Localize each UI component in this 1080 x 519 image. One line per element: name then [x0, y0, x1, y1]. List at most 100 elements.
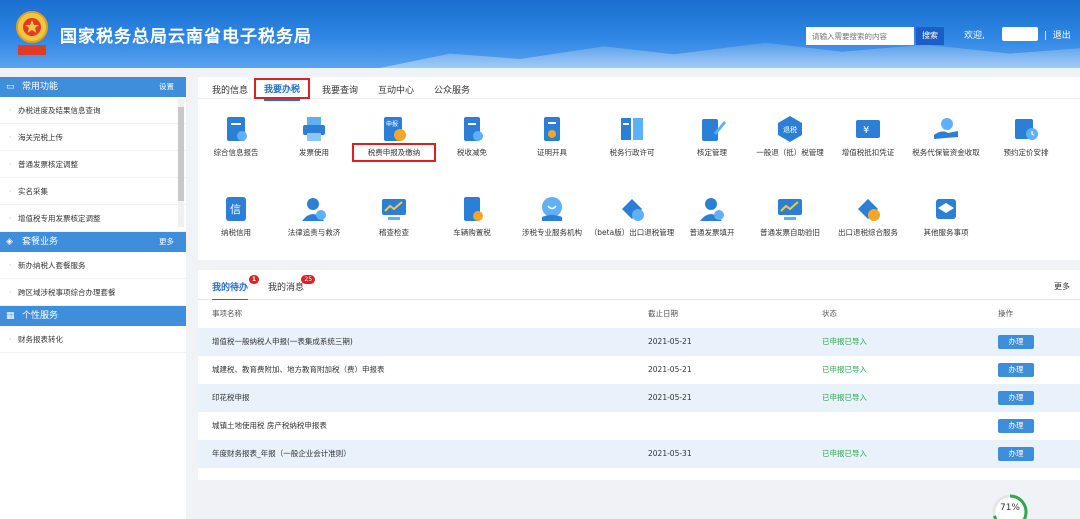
- sidebar-item[interactable]: 普通发票核定调整: [0, 151, 186, 178]
- username-redacted: [1002, 27, 1038, 41]
- service-calendar-clock[interactable]: 预约定价安排: [982, 115, 1070, 158]
- sidebar-common-list: 办税进度及结果信息查询 海关完税上传 普通发票核定调整 实名采集 增值税专用发票…: [0, 97, 186, 232]
- services-panel: 我的信息 我要办税 我要查询 互动中心 公众服务 综合信息报告 发票使用 申报 …: [198, 77, 1080, 260]
- service-info-report[interactable]: 综合信息报告: [192, 115, 280, 158]
- welcome-text: 欢迎,: [964, 31, 985, 41]
- logout-link[interactable]: | 退出: [1044, 28, 1071, 41]
- service-inspection[interactable]: 稽查检查: [350, 195, 438, 238]
- service-other[interactable]: 其他服务事项: [902, 195, 990, 238]
- service-certificate[interactable]: 证明开具: [508, 115, 596, 158]
- todo-tabs: 我的待办 1 我的消息 25 更多: [198, 270, 1080, 301]
- tab-my-todo[interactable]: 我的待办 1: [212, 275, 260, 301]
- sidebar-packages-header: ◈ 套餐业务 更多: [0, 232, 186, 252]
- edit-doc-icon: [702, 119, 726, 141]
- svg-text:申报: 申报: [386, 120, 398, 128]
- invoice-issue-icon: [700, 198, 724, 221]
- export-service-icon: [858, 199, 880, 221]
- declare-pay-icon: 申报: [384, 117, 406, 141]
- scrollbar-thumb[interactable]: [178, 107, 184, 201]
- table-row: 印花税申报 2021-05-21 已申报已导入 办理: [198, 384, 1080, 412]
- tab-my-messages[interactable]: 我的消息 25: [268, 275, 316, 293]
- service-admin-permit[interactable]: 税务行政许可: [588, 115, 676, 158]
- search-input[interactable]: [806, 27, 914, 45]
- svg-text:信: 信: [230, 203, 241, 216]
- service-vat-voucher[interactable]: ¥ 增值税抵扣凭证: [824, 115, 912, 158]
- service-invoice-verify[interactable]: 普通发票自助验旧: [746, 195, 834, 238]
- handle-button[interactable]: 办理: [998, 419, 1034, 433]
- service-hand-money[interactable]: 税务代保管资金收取: [902, 115, 990, 158]
- tab-interaction[interactable]: 互动中心: [378, 83, 414, 96]
- other-service-icon: [936, 199, 956, 219]
- svg-text:退税: 退税: [783, 125, 797, 134]
- printer-icon: [303, 117, 325, 141]
- handle-button[interactable]: 办理: [998, 391, 1034, 405]
- calendar-clock-icon: [1015, 119, 1038, 140]
- sidebar-item[interactable]: 海关完税上传: [0, 124, 186, 151]
- tax-refund-icon: 退税: [778, 116, 802, 142]
- handle-button[interactable]: 办理: [998, 447, 1034, 461]
- service-vehicle-tax[interactable]: 车辆购置税: [428, 195, 516, 238]
- more-link[interactable]: 更多: [1054, 281, 1070, 292]
- main-tabs: 我的信息 我要办税 我要查询 互动中心 公众服务: [198, 77, 1080, 101]
- grid-icon: ▦: [6, 311, 15, 321]
- site-header: 国家税务总局云南省电子税务局 搜索 欢迎, | 退出: [0, 0, 1080, 68]
- certificate-icon: [544, 117, 560, 141]
- service-invoice-use[interactable]: 发票使用: [270, 115, 358, 158]
- service-tax-relief[interactable]: 税收减免: [428, 115, 516, 158]
- table-body: 增值税一般纳税人申报(一表集成系统三期) 2021-05-21 已申报已导入 办理 …: [198, 328, 1080, 468]
- service-credit[interactable]: 信 纳税信用: [192, 195, 280, 238]
- todo-badge: 1: [248, 275, 260, 284]
- progress-value: 71%: [999, 503, 1020, 513]
- admin-permit-icon: [621, 118, 643, 140]
- service-export-comprehensive[interactable]: 出口退税综合服务: [824, 195, 912, 238]
- tab-public-service[interactable]: 公众服务: [434, 83, 470, 96]
- invoice-verify-icon: [778, 199, 802, 220]
- layers-icon: ◈: [6, 237, 13, 247]
- search-button[interactable]: 搜索: [916, 27, 944, 45]
- export-refund-icon: [622, 199, 644, 221]
- table-header: 事项名称 截止日期 状态 操作: [198, 300, 1080, 328]
- credit-icon: 信: [226, 197, 246, 221]
- vat-voucher-icon: ¥: [856, 120, 880, 138]
- hand-money-icon: [934, 118, 958, 139]
- site-title: 国家税务总局云南省电子税务局: [60, 27, 312, 47]
- service-agency-icon: [542, 197, 562, 221]
- table-row: 年度财务报表_年报（一般企业会计准则） 2021-05-31 已申报已导入 办理: [198, 440, 1080, 468]
- sidebar-item[interactable]: 跨区域涉税事项综合办理套餐: [0, 279, 186, 306]
- sidebar-personal-header: ▦ 个性服务: [0, 306, 186, 326]
- message-badge: 25: [301, 275, 316, 284]
- sidebar-item[interactable]: 新办纳税人套餐服务: [0, 252, 186, 279]
- service-tax-refund[interactable]: 退税 一般退（抵）税管理: [746, 115, 834, 158]
- vehicle-tax-icon: [464, 197, 483, 221]
- sidebar-scrollbar[interactable]: [178, 99, 184, 227]
- sidebar-common-header: ▭ 常用功能 设置: [0, 77, 186, 97]
- inspection-icon: [382, 199, 406, 220]
- sidebar-item[interactable]: 办税进度及结果信息查询: [0, 97, 186, 124]
- service-legal[interactable]: 法律追责与救济: [270, 195, 358, 238]
- sidebar-item[interactable]: 实名采集: [0, 178, 186, 205]
- service-edit-doc[interactable]: 核定管理: [668, 115, 756, 158]
- table-row: 城建税、教育费附加、地方教育附加税（费）申报表 2021-05-21 已申报已导入…: [198, 356, 1080, 384]
- service-invoice-issue[interactable]: 普通发票填开: [668, 195, 756, 238]
- handle-button[interactable]: 办理: [998, 335, 1034, 349]
- service-export-refund[interactable]: （beta版）出口退税管理: [588, 195, 676, 238]
- sidebar-settings-link[interactable]: 设置: [159, 77, 174, 97]
- service-declare-pay[interactable]: 申报 税费申报及缴纳: [350, 115, 438, 158]
- sidebar-more-link[interactable]: 更多: [159, 232, 174, 252]
- legal-icon: [302, 198, 326, 221]
- handle-button[interactable]: 办理: [998, 363, 1034, 377]
- sidebar-item[interactable]: 增值税专用发票核定调整: [0, 205, 186, 232]
- tax-relief-icon: [464, 117, 483, 141]
- table-row: 增值税一般纳税人申报(一表集成系统三期) 2021-05-21 已申报已导入 办理: [198, 328, 1080, 356]
- window-icon: ▭: [6, 82, 15, 92]
- info-report-icon: [227, 117, 247, 141]
- tab-tax-handling[interactable]: 我要办税: [254, 78, 311, 101]
- tab-query[interactable]: 我要查询: [322, 83, 358, 96]
- sidebar-item[interactable]: 财务报表转化: [0, 326, 186, 353]
- svg-text:¥: ¥: [863, 125, 869, 136]
- service-agency[interactable]: 涉税专业服务机构: [508, 195, 596, 238]
- sidebar: ▭常用功能 设置 办税进度及结果信息查询 海关完税上传 普通发票核定调整 实名采…: [0, 77, 186, 519]
- table-row: 城镇土地使用税 房产税纳税申报表 办理: [198, 412, 1080, 440]
- tab-my-info[interactable]: 我的信息: [212, 83, 248, 96]
- todo-panel: 我的待办 1 我的消息 25 更多 事项名称 截止日期 状态 操作 增值税一般纳税人…: [198, 270, 1080, 480]
